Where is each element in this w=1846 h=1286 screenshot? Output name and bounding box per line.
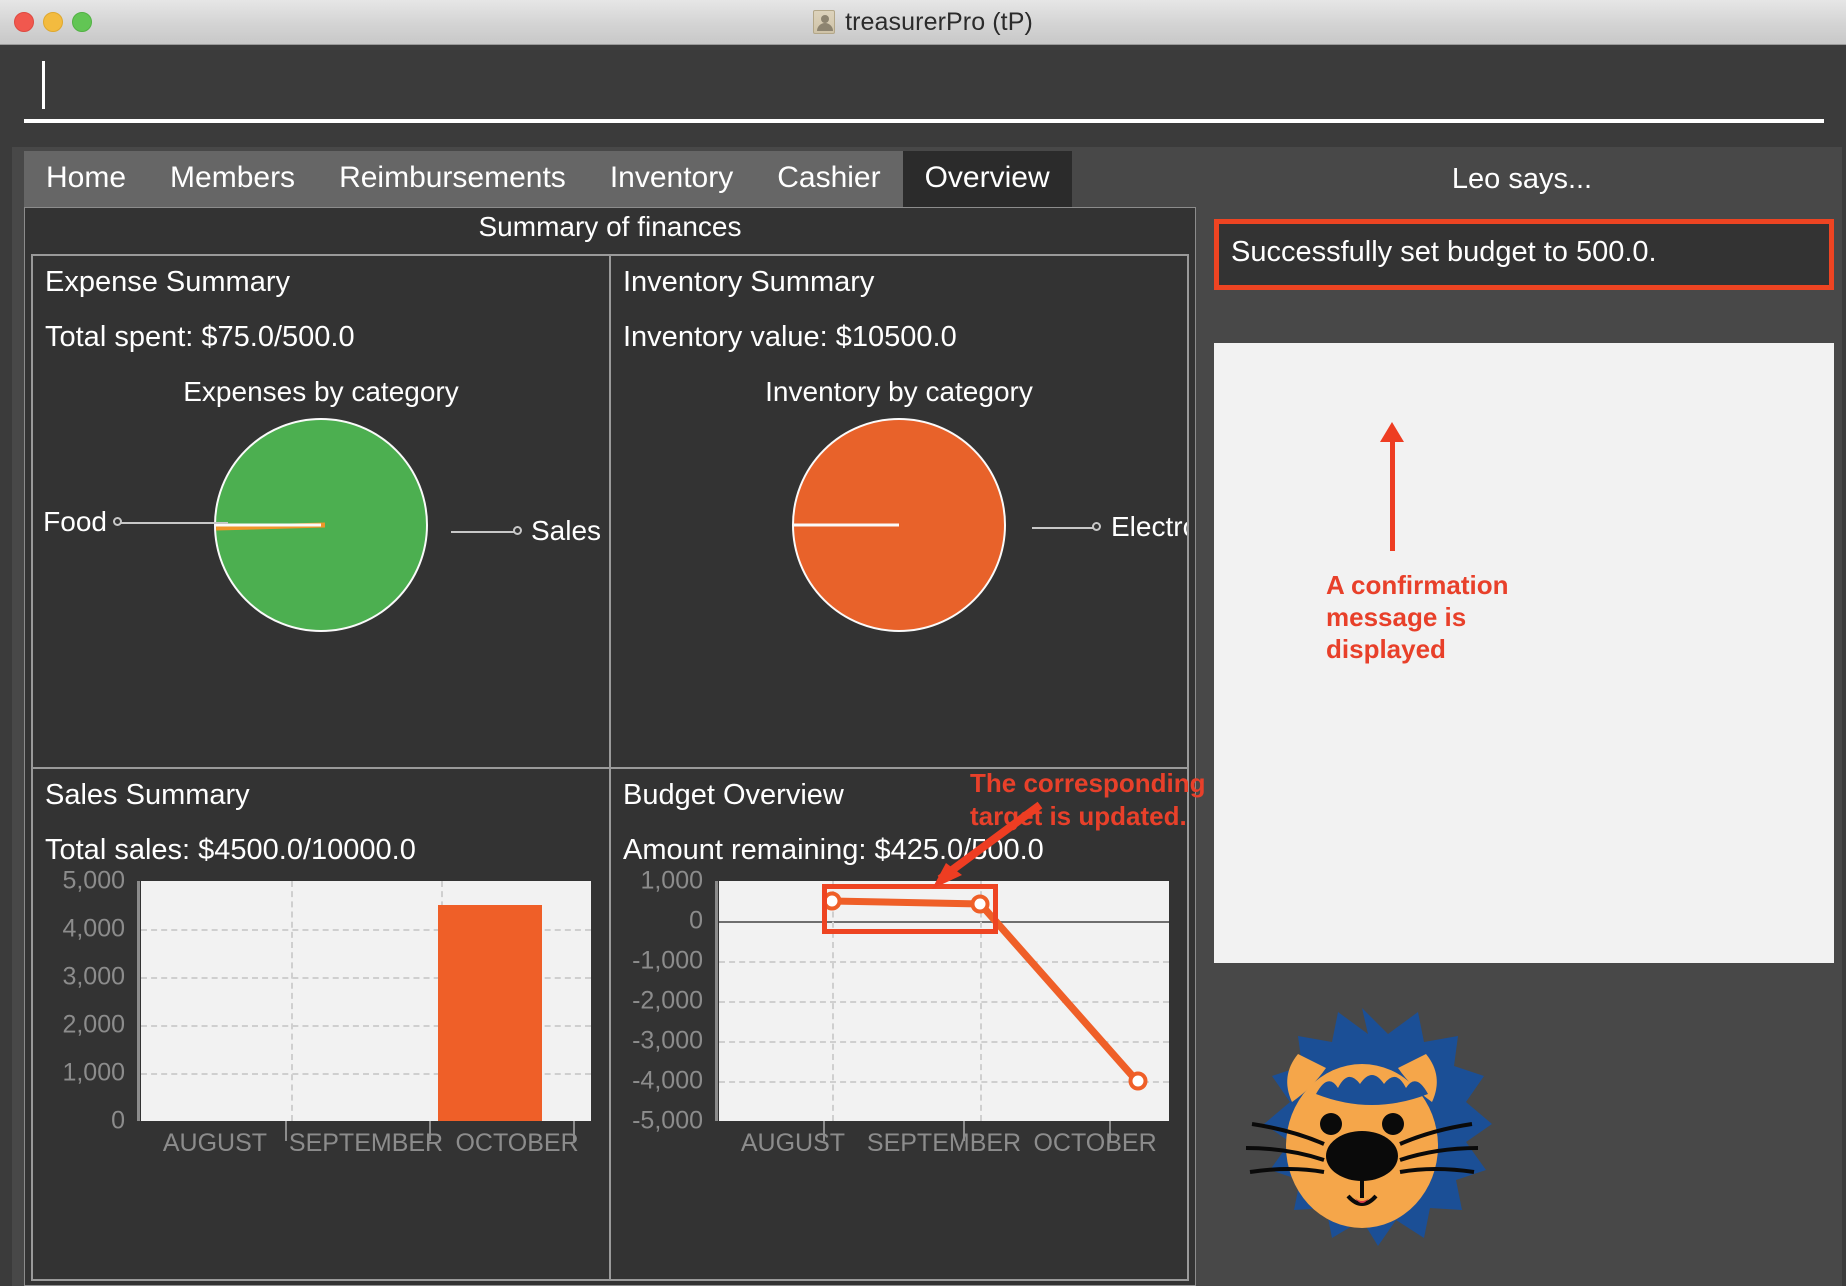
inventory-value: Inventory value: $10500.0 — [623, 321, 957, 353]
panel-sales-summary: Sales Summary Total sales: $4500.0/10000… — [32, 767, 610, 1280]
inventory-summary-title: Inventory Summary — [623, 266, 875, 298]
budget-amount-remaining: Amount remaining: $425.0/500.0 — [623, 834, 1175, 867]
sales-summary-bar-chart: 5,000 4,000 3,000 2,000 1,000 0 AUGUST S… — [45, 866, 597, 1157]
food-leader-line — [120, 522, 228, 524]
sales-axis-line — [137, 880, 140, 1121]
command-input-underline — [24, 119, 1824, 123]
ytick: 0 — [111, 1106, 125, 1134]
annotation-line-3: displayed — [1326, 634, 1446, 665]
leo-heading: Leo says... — [1451, 163, 1593, 195]
pie-label-sales: Sales — [531, 515, 602, 546]
ytick: 1,000 — [640, 866, 703, 894]
ytick: 0 — [689, 906, 703, 934]
pie-slice-electronics — [792, 418, 1006, 632]
content-pane: Home Members Reimbursements Inventory Ca… — [12, 147, 1205, 1286]
electronics-leader-dot — [1092, 522, 1101, 531]
ytick: 5,000 — [62, 866, 125, 894]
expense-total-spent: Total spent: $75.0/500.0 — [45, 321, 355, 353]
tab-inventory[interactable]: Inventory — [587, 151, 756, 207]
budget-amount-label: Amount remaining: — [623, 833, 867, 866]
panel-budget-overview: Budget Overview Amount remaining: $425.0… — [610, 767, 1188, 1280]
panel-inventory-summary: Inventory Summary Inventory value: $1050… — [610, 255, 1188, 768]
expense-summary-title: Expense Summary — [45, 266, 290, 298]
pie-divider — [794, 523, 899, 527]
main-body: Home Members Reimbursements Inventory Ca… — [0, 147, 1846, 1286]
window-controls[interactable] — [14, 12, 92, 32]
tab-home[interactable]: Home — [24, 151, 149, 207]
ytick: -2,000 — [632, 986, 703, 1014]
leo-display-panel: A confirmation message is displayed — [1214, 343, 1834, 963]
expenses-by-category-pie: Food Sales — [43, 414, 601, 714]
annotation-arrow-confirmation — [1380, 422, 1404, 551]
electronics-leader-line — [1032, 527, 1094, 529]
ytick: 3,000 — [62, 962, 125, 990]
bar-october — [438, 904, 542, 1121]
ytick: -5,000 — [632, 1106, 703, 1134]
annotation-confirmation-message: A confirmation message is displayed — [1326, 569, 1508, 666]
inventory-by-category-pie: Electronics — [623, 414, 1187, 714]
ytick: 1,000 — [62, 1058, 125, 1086]
ytick: -1,000 — [632, 946, 703, 974]
annotation-line-1: A confirmation — [1326, 570, 1509, 600]
spacer — [0, 125, 1846, 147]
title-bar: treasurerPro (tP) — [0, 0, 1846, 45]
minimize-button[interactable] — [43, 12, 63, 32]
expenses-chart-title: Expenses by category — [183, 376, 459, 407]
leo-message-text: Successfully set budget to 500.0. — [1231, 236, 1657, 268]
text-caret — [42, 61, 45, 109]
frame-caption: Summary of finances — [25, 208, 1195, 249]
application-window: treasurerPro (tP) Home Members Reimburse… — [0, 0, 1846, 1286]
tab-cashier[interactable]: Cashier — [755, 151, 903, 207]
annotation-line-2: message is — [1326, 602, 1467, 633]
budget-x-labels: AUGUST SEPTEMBER OCTOBER — [719, 1129, 1169, 1158]
sales-plot-canvas — [141, 880, 591, 1121]
sales-summary-title: Sales Summary — [45, 778, 250, 811]
ytick: -4,000 — [632, 1066, 703, 1094]
annotation-line-2: target is updated. — [970, 801, 1187, 832]
sales-y-axis: 5,000 4,000 3,000 2,000 1,000 0 — [45, 866, 137, 1134]
pie-label-food: Food — [43, 506, 107, 537]
ytick: 2,000 — [62, 1010, 125, 1038]
ytick: -3,000 — [632, 1026, 703, 1054]
tab-overview[interactable]: Overview — [902, 151, 1072, 207]
tab-reimbursements[interactable]: Reimbursements — [317, 151, 588, 207]
ytick: 4,000 — [62, 914, 125, 942]
window-title: treasurerPro (tP) — [845, 7, 1033, 36]
annotation-target-updated: The corresponding target is updated. — [970, 767, 1205, 834]
command-input-area[interactable] — [0, 45, 1846, 125]
leo-message-box: Successfully set budget to 500.0. — [1214, 219, 1834, 291]
sales-total: Total sales: $4500.0/10000.0 — [45, 833, 416, 866]
budget-axis-line — [715, 880, 718, 1121]
highlight-box-amount-remaining — [822, 884, 998, 934]
lion-icon — [1245, 1008, 1492, 1246]
panel-expense-summary: Expense Summary Total spent: $75.0/500.0… — [32, 255, 610, 768]
pie-divider — [216, 523, 321, 527]
pie-slice-sales — [214, 418, 428, 632]
leo-pane: Leo says... Successfully set budget to 5… — [1202, 147, 1842, 1286]
inventory-chart-title: Inventory by category — [765, 376, 1033, 407]
budget-y-axis: 1,000 0 -1,000 -2,000 -3,000 -4,000 -5,0… — [623, 866, 715, 1134]
xlabel: SEPTEMBER — [866, 1128, 1022, 1157]
pie-label-electronics: Electronics — [1111, 511, 1187, 542]
xlabel: AUGUST — [162, 1128, 268, 1157]
sales-leader-line — [451, 531, 515, 533]
budget-amount-value: $425.0/500.0 — [874, 833, 1044, 866]
data-point-october — [1128, 1071, 1147, 1090]
tab-bar[interactable]: Home Members Reimbursements Inventory Ca… — [12, 147, 1202, 207]
sales-leader-dot — [513, 526, 522, 535]
xlabel: SEPTEMBER — [288, 1128, 444, 1157]
overview-frame: Summary of finances Expense Summary Tota… — [24, 207, 1196, 1286]
food-leader-dot — [113, 517, 122, 526]
xlabel: OCTOBER — [1033, 1128, 1157, 1157]
zoom-button[interactable] — [72, 12, 92, 32]
tab-members[interactable]: Members — [148, 151, 318, 207]
person-icon — [813, 10, 836, 34]
xlabel: AUGUST — [740, 1128, 846, 1157]
annotation-line-1: The corresponding — [970, 768, 1206, 798]
close-button[interactable] — [14, 12, 34, 32]
sales-x-labels: AUGUST SEPTEMBER OCTOBER — [141, 1129, 591, 1158]
gridline — [290, 880, 293, 1121]
xlabel: OCTOBER — [455, 1128, 579, 1157]
